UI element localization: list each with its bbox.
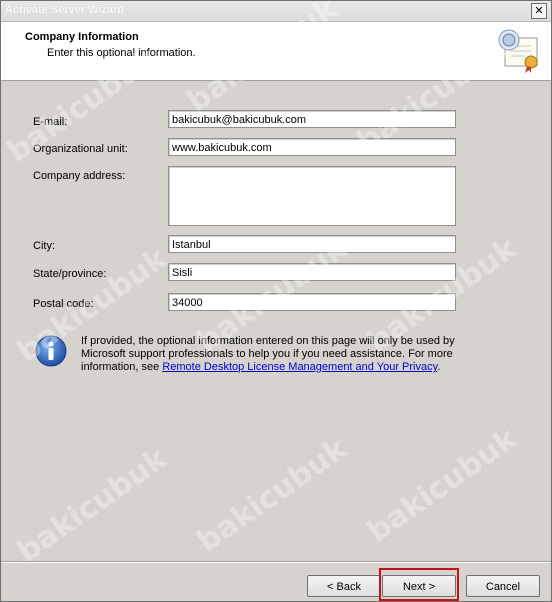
back-button[interactable]: < Back: [307, 575, 381, 597]
cancel-button[interactable]: Cancel: [466, 575, 540, 597]
page-subtitle: Enter this optional information.: [47, 47, 196, 59]
email-field[interactable]: bakicubuk@bakicubuk.com: [168, 110, 456, 128]
wizard-window: Activate Server Wizard ✕ Company Informa…: [0, 0, 552, 602]
close-button[interactable]: ✕: [531, 3, 547, 19]
city-label: City:: [33, 240, 55, 252]
city-field[interactable]: Istanbul: [168, 235, 456, 253]
postal-code-field[interactable]: 34000: [168, 293, 456, 311]
next-button-highlight: [379, 568, 459, 601]
window-title: Activate Server Wizard: [5, 4, 125, 16]
privacy-link[interactable]: Remote Desktop License Management and Yo…: [162, 361, 437, 373]
certificate-icon: [498, 29, 538, 73]
org-unit-field[interactable]: www.bakicubuk.com: [168, 138, 456, 156]
wizard-header: Company Information Enter this optional …: [1, 22, 551, 81]
email-label: E-mail:: [33, 116, 68, 128]
company-address-field[interactable]: [168, 166, 456, 226]
privacy-info-text: If provided, the optional information en…: [81, 335, 461, 374]
state-label: State/province:: [33, 268, 107, 280]
footer-divider: [1, 561, 551, 563]
company-address-label: Company address:: [33, 170, 126, 182]
info-icon: [35, 335, 67, 367]
postal-code-label: Postal code:: [33, 298, 94, 310]
state-field[interactable]: Sisli: [168, 263, 456, 281]
content-area: E-mail: bakicubuk@bakicubuk.com Organiza…: [1, 81, 551, 561]
title-bar: Activate Server Wizard ✕: [1, 1, 551, 22]
page-title: Company Information: [25, 31, 139, 43]
org-unit-label: Organizational unit:: [33, 143, 128, 155]
info-text-end: .: [437, 361, 441, 373]
